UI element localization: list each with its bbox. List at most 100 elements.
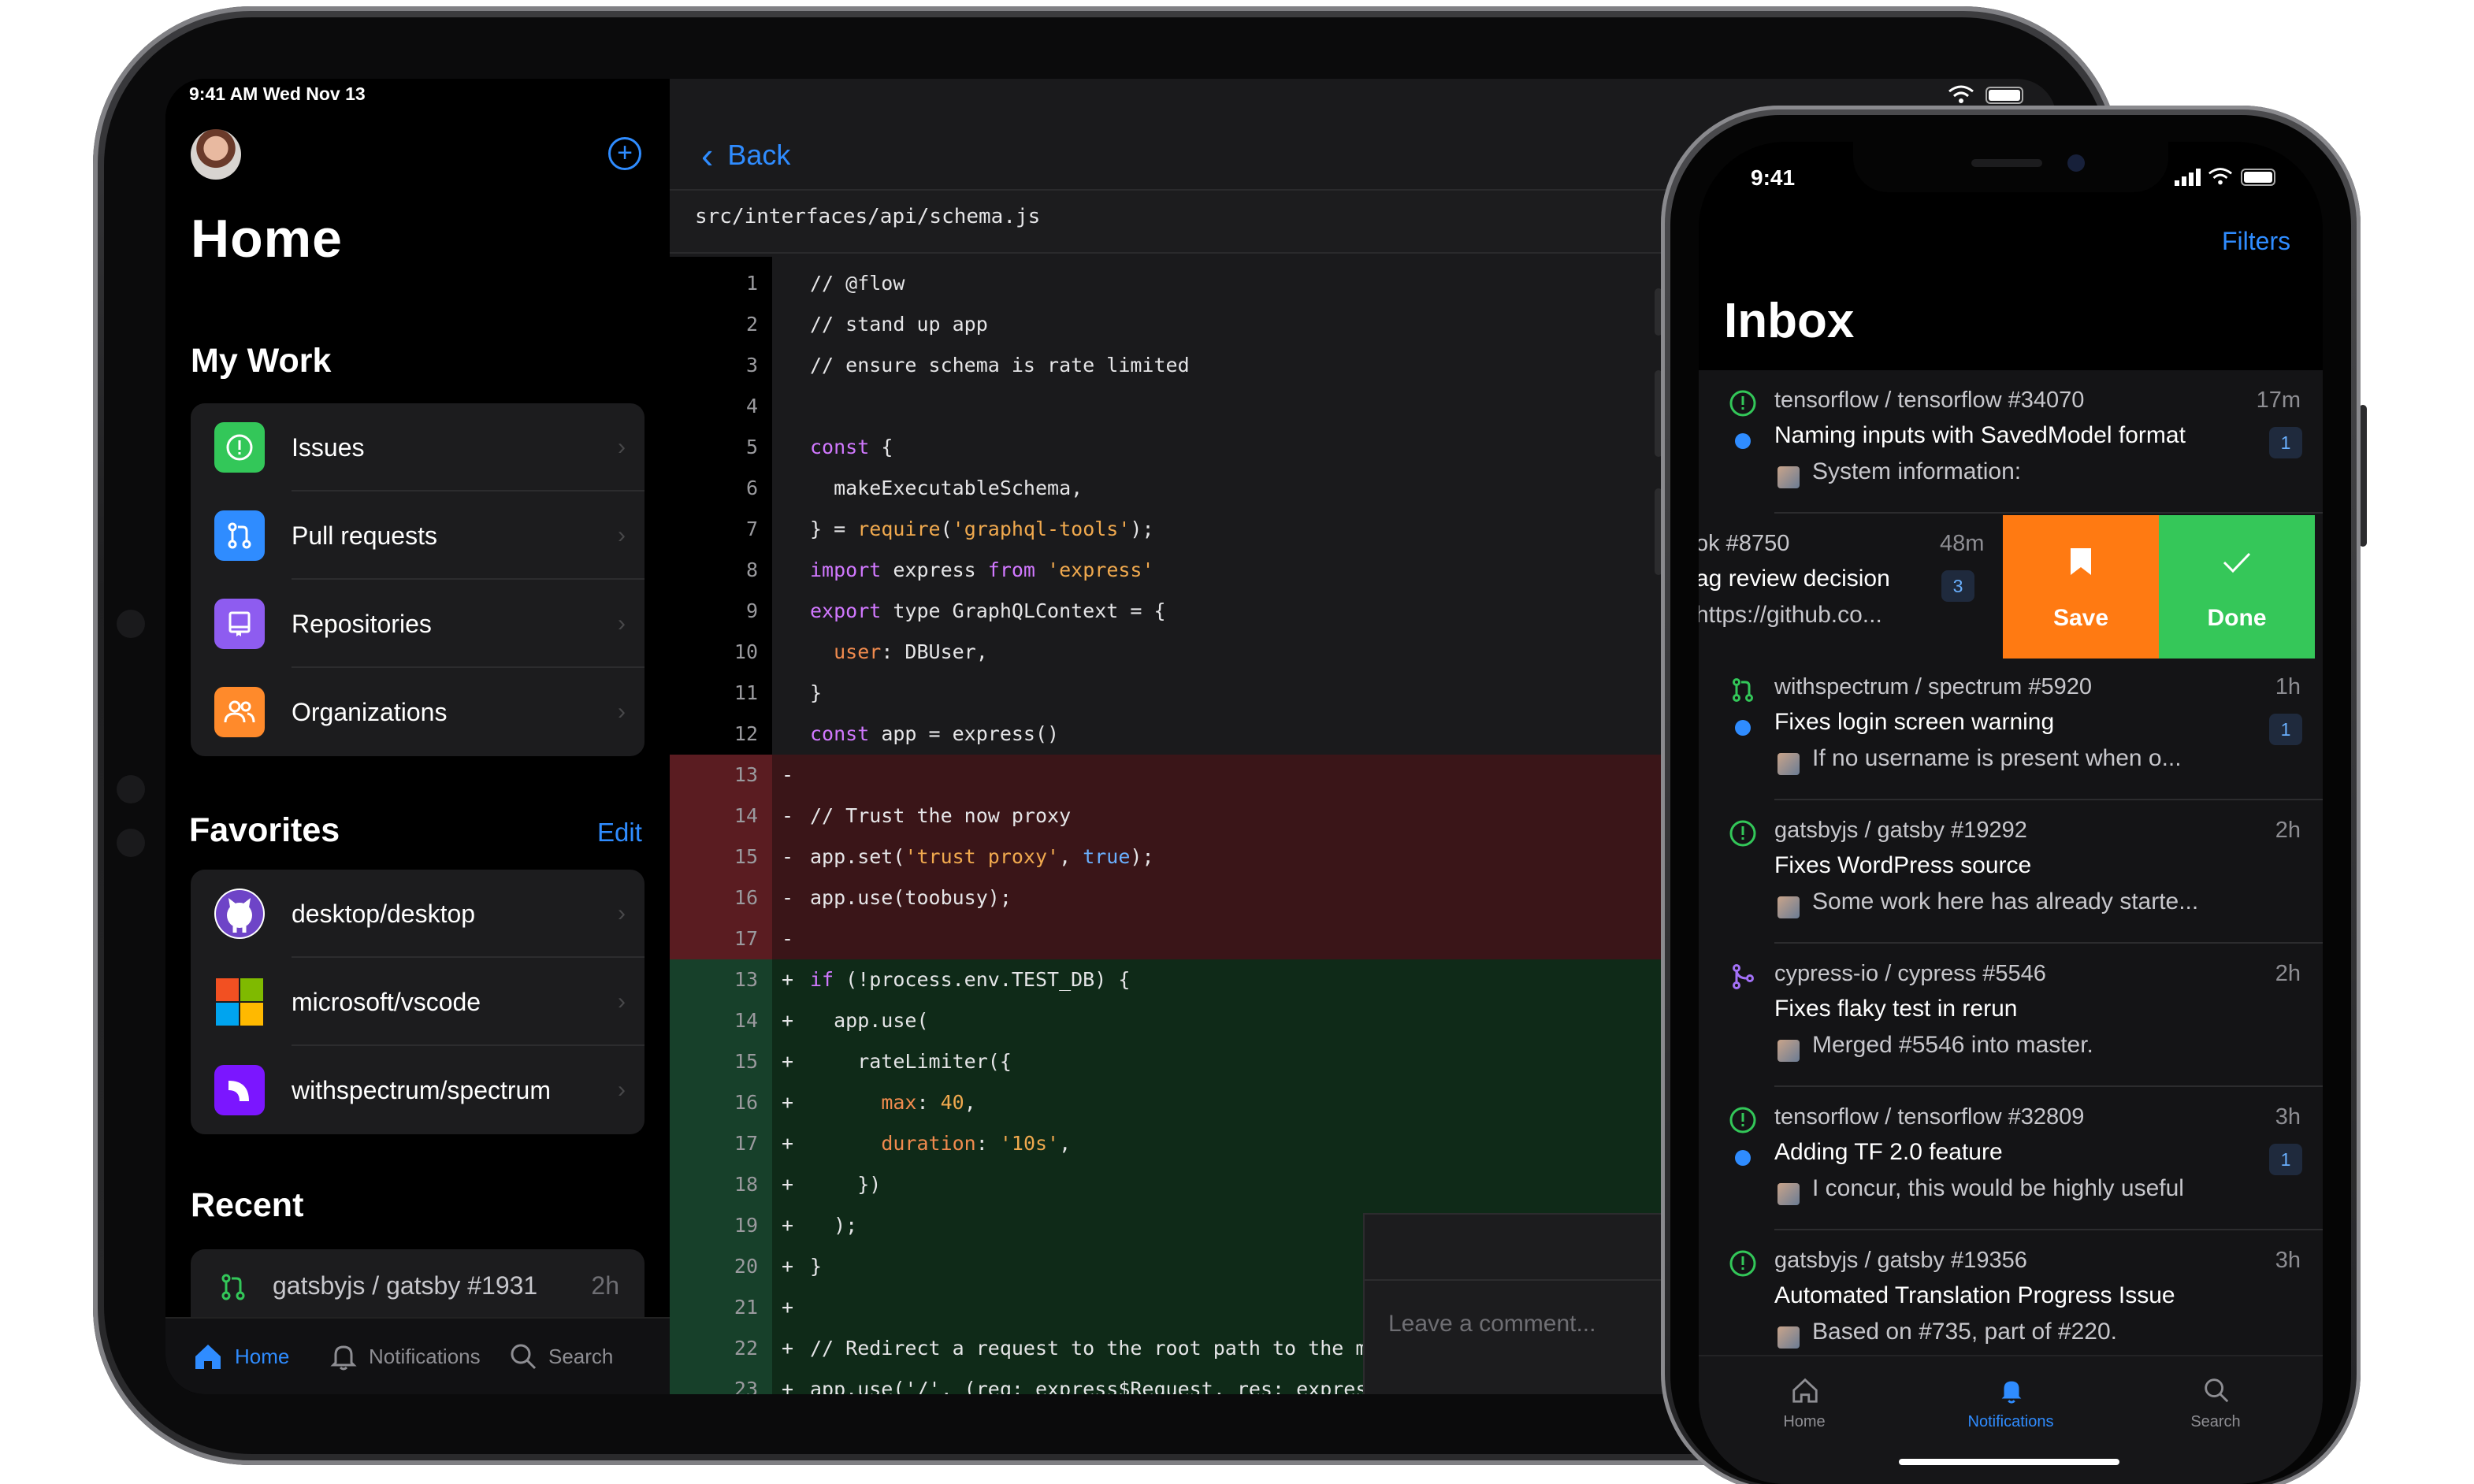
item-title: Automated Translation Progress Issue — [1774, 1282, 2175, 1308]
comment-input[interactable]: Leave a comment... — [1388, 1311, 1595, 1337]
favorite-label: microsoft/vscode — [292, 987, 481, 1016]
ipad-tab-bar: Home Notifications Search — [165, 1317, 670, 1394]
file-path: src/interfaces/api/schema.js — [695, 205, 1041, 228]
tab-notifications[interactable]: Notifications — [1948, 1381, 2074, 1431]
issue-open-icon — [1729, 1107, 1756, 1133]
unread-dot — [1735, 433, 1751, 449]
item-subtitle: Merged #5546 into master. — [1812, 1032, 2093, 1058]
iphone-screen: 9:41 Filters Inbox tensorflow / tensorfl… — [1699, 142, 2323, 1484]
tab-notifications[interactable]: Notifications — [328, 1341, 481, 1372]
swipe-save-label: Save — [2052, 605, 2109, 631]
tab-search[interactable]: Search — [507, 1341, 613, 1372]
chevron-right-icon: › — [618, 989, 626, 1015]
ipad-sensor — [117, 775, 145, 803]
chevron-right-icon: › — [618, 522, 626, 548]
tab-home[interactable]: Home — [192, 1341, 289, 1372]
swipe-save-button[interactable]: Save — [2003, 515, 2159, 659]
author-avatar — [1777, 1040, 1800, 1062]
item-repo: ok #8750 — [1699, 531, 1790, 556]
tab-search[interactable]: Search — [2153, 1378, 2279, 1431]
favorite-spectrum[interactable]: withspectrum/spectrum › — [191, 1046, 645, 1134]
list-item[interactable]: gatsbyjs / gatsby #19356 3h Automated Tr… — [1699, 1230, 2323, 1374]
sidebar-item-organizations[interactable]: Organizations › — [191, 668, 645, 756]
chevron-right-icon: › — [618, 610, 626, 636]
item-time: 3h — [2275, 1248, 2301, 1273]
author-avatar — [1777, 1326, 1800, 1349]
issue-open-icon — [1729, 1250, 1756, 1277]
item-time: 17m — [2256, 388, 2301, 413]
author-avatar — [1777, 753, 1800, 775]
author-avatar — [1777, 896, 1800, 918]
list-item[interactable]: tensorflow / tensorflow #32809 3h Adding… — [1699, 1087, 2323, 1230]
ipad-status-time: 9:41 AM Wed Nov 13 — [189, 83, 366, 104]
bookmark-icon — [2071, 548, 2091, 575]
item-subtitle: If no username is present when o... — [1812, 745, 2182, 771]
issue-open-icon — [1729, 390, 1756, 417]
home-indicator — [1899, 1459, 2119, 1465]
notch — [1853, 142, 2168, 192]
sidebar-item-label: Issues — [292, 432, 365, 462]
chevron-right-icon: › — [618, 900, 626, 926]
item-title: Naming inputs with SavedModel format — [1774, 422, 2186, 448]
my-work-card: Issues › Pull requests › Repositories › — [191, 403, 645, 756]
search-icon — [2205, 1378, 2229, 1403]
comment-count-badge: 1 — [2269, 427, 2302, 458]
comment-count-badge: 1 — [2269, 714, 2302, 745]
chevron-left-icon: ‹ — [701, 135, 714, 176]
ipad-sidebar: 9:41 AM Wed Nov 13 + Home My Work Issues… — [165, 79, 670, 1394]
recent-item[interactable]: gatsbyjs / gatsby #1931 2h — [191, 1249, 645, 1325]
item-subtitle: System information: — [1812, 458, 2022, 484]
item-time: 3h — [2275, 1104, 2301, 1130]
item-time: 2h — [2275, 818, 2301, 843]
swipe-done-button[interactable]: Done — [2159, 515, 2315, 659]
list-item[interactable]: tensorflow / tensorflow #34070 17m Namin… — [1699, 370, 2323, 514]
author-avatar — [1777, 1183, 1800, 1205]
filters-button[interactable]: Filters — [2222, 227, 2290, 256]
iphone-status-time: 9:41 — [1751, 165, 1796, 190]
sidebar-item-pull-requests[interactable]: Pull requests › — [191, 492, 645, 580]
favorite-desktop[interactable]: desktop/desktop › — [191, 870, 645, 958]
pull-request-icon — [221, 1274, 245, 1300]
favorites-card: desktop/desktop › microsoft/vscode › wit… — [191, 870, 645, 1134]
signal-icon — [2175, 169, 2201, 186]
item-title: Adding TF 2.0 feature — [1774, 1139, 2003, 1165]
avatar[interactable] — [191, 129, 241, 180]
item-time: 48m — [1940, 531, 1985, 556]
wifi-icon — [1948, 85, 1974, 103]
list-item[interactable]: gatsbyjs / gatsby #19292 2h Fixes WordPr… — [1699, 800, 2323, 944]
search-icon — [511, 1344, 537, 1370]
swipe-done-label: Done — [2207, 605, 2267, 631]
tab-home[interactable]: Home — [1741, 1378, 1867, 1431]
tab-label: Search — [548, 1344, 614, 1368]
battery-icon — [1986, 87, 2023, 104]
sidebar-item-repositories[interactable]: Repositories › — [191, 580, 645, 668]
list-item[interactable]: withspectrum / spectrum #5920 1h Fixes l… — [1699, 657, 2323, 800]
sidebar-item-label: Pull requests — [292, 521, 437, 550]
organization-icon — [214, 687, 265, 737]
page-title: Home — [191, 209, 343, 269]
plus-icon: + — [617, 138, 633, 168]
ipad-camera — [117, 610, 145, 638]
item-repo: gatsbyjs / gatsby #19356 — [1774, 1248, 2027, 1273]
wifi-icon — [2208, 168, 2232, 185]
unread-dot — [1735, 720, 1751, 736]
back-button[interactable]: ‹ Back — [701, 134, 790, 176]
favorite-vscode[interactable]: microsoft/vscode › — [191, 958, 645, 1046]
item-time: 2h — [2275, 961, 2301, 986]
favorite-label: desktop/desktop — [292, 899, 476, 928]
add-button[interactable]: + — [608, 137, 641, 170]
merged-icon — [1733, 964, 1754, 989]
unread-dot — [1735, 1150, 1751, 1166]
item-subtitle: Some work here has already starte... — [1812, 889, 2199, 915]
item-repo: cypress-io / cypress #5546 — [1774, 961, 2046, 986]
chevron-right-icon: › — [618, 1077, 626, 1103]
my-work-heading: My Work — [191, 342, 332, 380]
sidebar-item-issues[interactable]: Issues › — [191, 403, 645, 492]
comment-count-badge: 1 — [2269, 1144, 2302, 1175]
list-item[interactable]: cypress-io / cypress #5546 2h Fixes flak… — [1699, 944, 2323, 1087]
sidebar-item-label: Organizations — [292, 697, 448, 726]
favorites-edit-button[interactable]: Edit — [597, 818, 642, 848]
recent-item-time: 2h — [591, 1271, 619, 1300]
item-title: ag review decision — [1699, 566, 1890, 592]
author-avatar — [1777, 466, 1800, 488]
